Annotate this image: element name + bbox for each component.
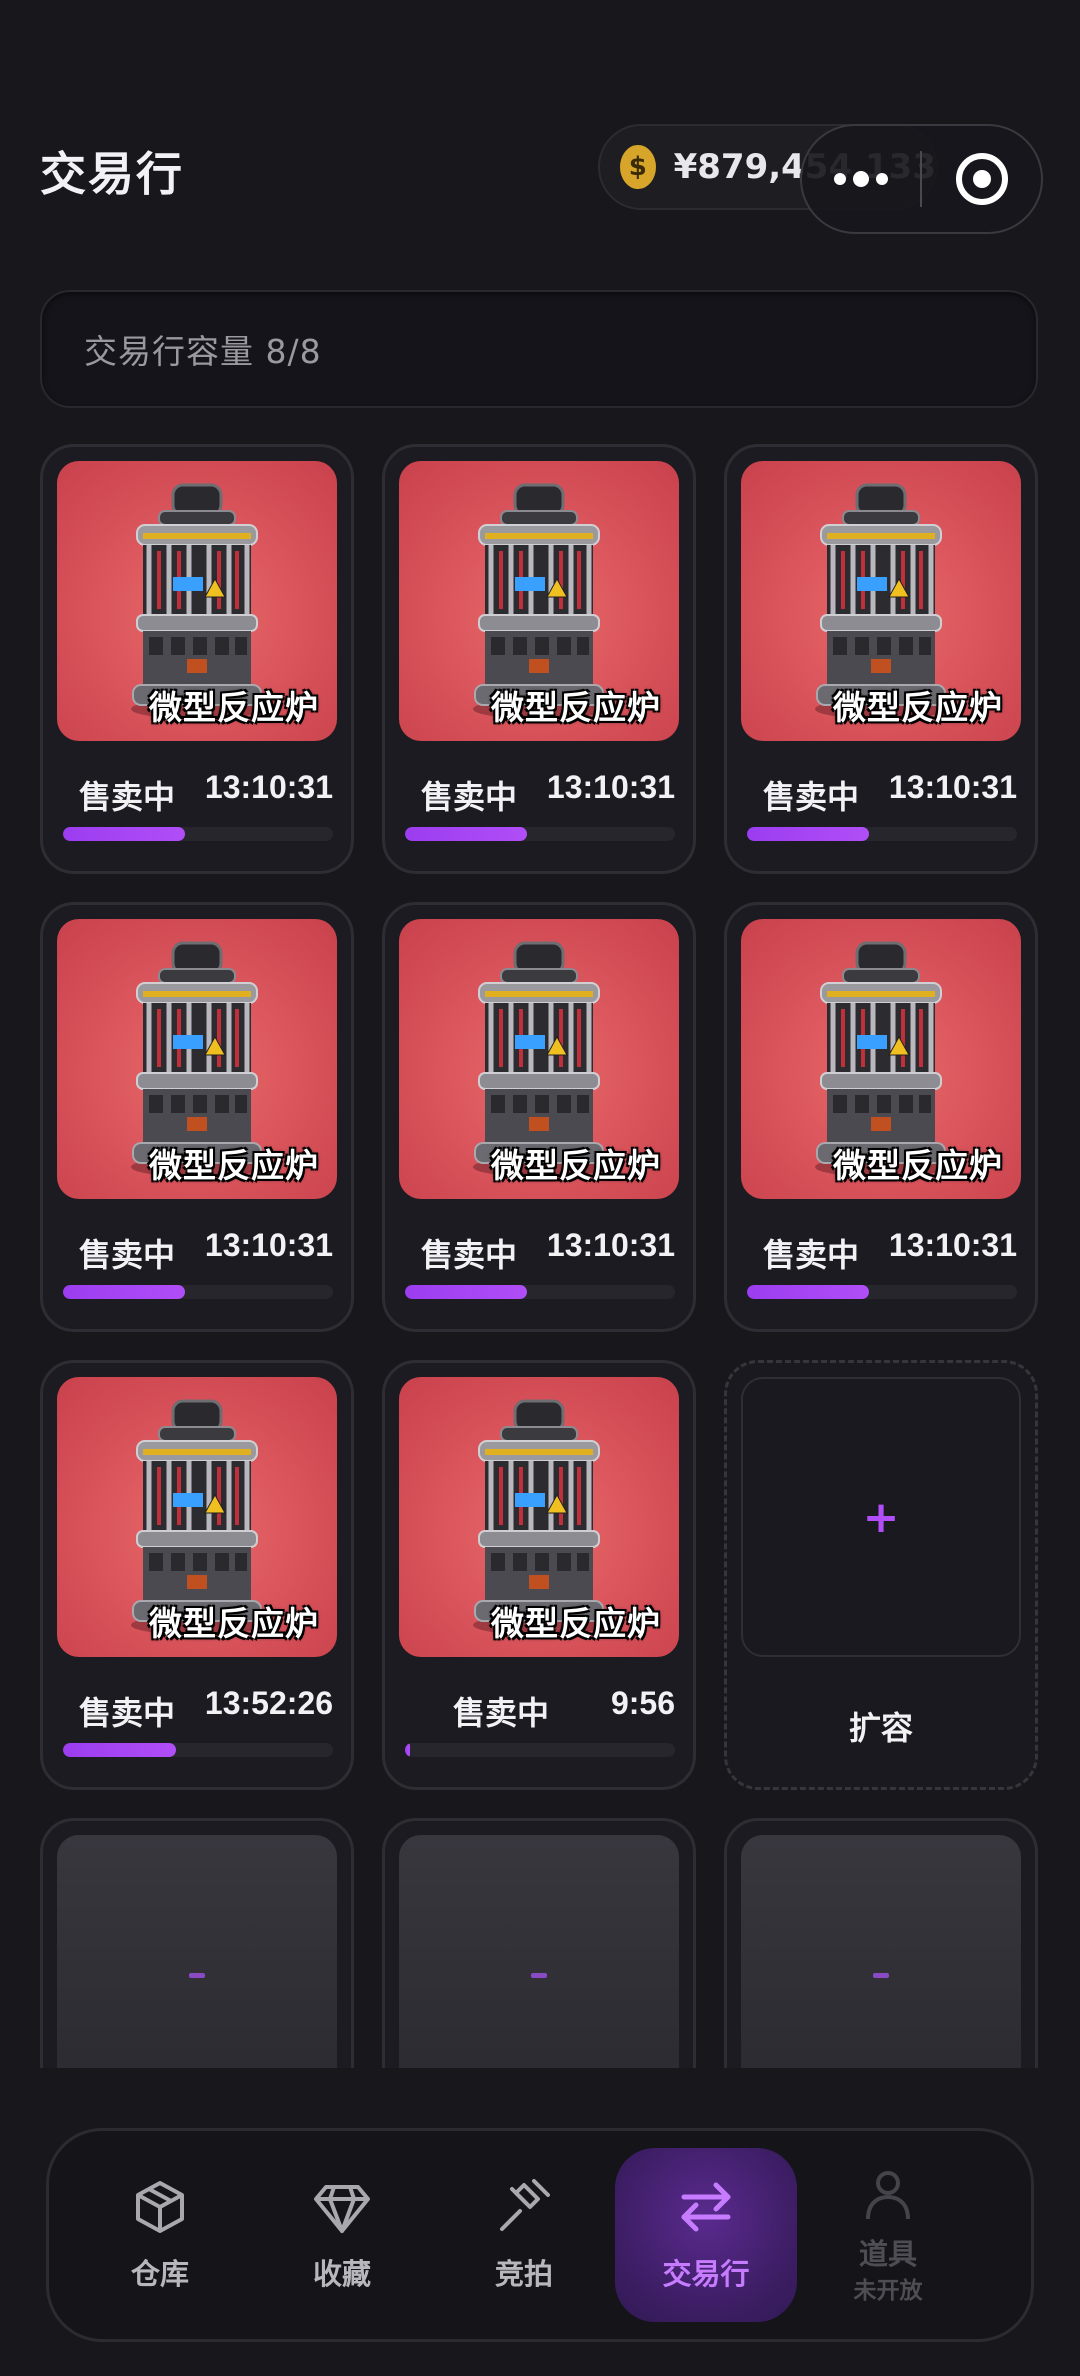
item-name: 微型反应炉 xyxy=(149,1604,319,1643)
page-title: 交易行 xyxy=(40,147,184,201)
nav-label: 收藏 xyxy=(312,2257,371,2291)
progress-fill xyxy=(405,1285,527,1299)
progress-bar xyxy=(747,827,1017,841)
nav-label: 交易行 xyxy=(662,2257,750,2291)
progress-bar xyxy=(405,1743,675,1757)
expand-label: 扩容 xyxy=(848,1709,913,1747)
item-image: 微型反应炉 xyxy=(399,1377,679,1657)
item-image: 微型反应炉 xyxy=(399,461,679,741)
nav-label: 竞拍 xyxy=(494,2257,553,2291)
item-name: 微型反应炉 xyxy=(149,688,319,727)
slot-time: 13:10:31 xyxy=(204,769,333,805)
progress-fill xyxy=(63,827,185,841)
expand-area[interactable]: + xyxy=(741,1377,1021,1657)
locked-area xyxy=(741,1835,1021,2068)
locked-area xyxy=(57,1835,337,2068)
slot-time: 13:10:31 xyxy=(204,1227,333,1263)
item-image: 微型反应炉 xyxy=(57,1377,337,1657)
item-image: 微型反应炉 xyxy=(741,919,1021,1199)
nav-item-warehouse[interactable]: 仓库 xyxy=(69,2148,251,2322)
slot-time: 13:52:26 xyxy=(204,1685,333,1721)
trade-slot[interactable]: 微型反应炉 售卖中 13:10:31 xyxy=(40,444,354,874)
trade-slot[interactable]: 微型反应炉 售卖中 13:10:31 xyxy=(382,902,696,1332)
dash-icon xyxy=(873,1972,889,1978)
item-name: 微型反应炉 xyxy=(491,688,661,727)
slot-time: 13:10:31 xyxy=(888,1227,1017,1263)
swap-icon xyxy=(681,2182,731,2232)
nav-item-props: 道具 未开放 xyxy=(797,2148,979,2322)
slot-status: 售卖中 xyxy=(79,1236,176,1274)
trade-slot[interactable]: 微型反应炉 售卖中 13:10:31 xyxy=(382,444,696,874)
progress-bar xyxy=(405,827,675,841)
slot-status: 售卖中 xyxy=(763,1236,860,1274)
slot-status: 售卖中 xyxy=(421,778,518,816)
item-name: 微型反应炉 xyxy=(833,1146,1003,1185)
slot-status: 售卖中 xyxy=(421,1236,518,1274)
nav-item-favorites[interactable]: 收藏 xyxy=(251,2148,433,2322)
trade-slot[interactable]: 微型反应炉 售卖中 13:52:26 xyxy=(40,1360,354,1790)
progress-bar xyxy=(63,1285,333,1299)
progress-fill xyxy=(747,827,869,841)
dash-icon xyxy=(189,1972,205,1978)
slot-time: 13:10:31 xyxy=(888,769,1017,805)
progress-bar xyxy=(63,1743,333,1757)
item-image: 微型反应炉 xyxy=(741,461,1021,741)
close-icon[interactable] xyxy=(922,126,1041,232)
locked-slot xyxy=(40,1818,354,2068)
progress-bar xyxy=(405,1285,675,1299)
trade-slot[interactable]: 微型反应炉 售卖中 13:10:31 xyxy=(40,902,354,1332)
user-icon xyxy=(866,2170,910,2219)
trade-slot[interactable]: 微型反应炉 售卖中 13:10:31 xyxy=(724,444,1038,874)
progress-bar xyxy=(63,827,333,841)
slot-time: 13:10:31 xyxy=(546,1227,675,1263)
progress-fill xyxy=(747,1285,869,1299)
slot-grid-viewport: 微型反应炉 售卖中 13:10:31 微型反应炉 售卖中 13:10:31 微型… xyxy=(0,440,1080,2068)
more-icon[interactable] xyxy=(802,126,920,232)
nav-item-trade[interactable]: 交易行 xyxy=(615,2148,797,2322)
slot-time: 13:10:31 xyxy=(546,769,675,805)
trade-slot[interactable]: 微型反应炉 售卖中 9:56 xyxy=(382,1360,696,1790)
nav-sublabel: 未开放 xyxy=(853,2278,923,2305)
progress-fill xyxy=(405,1743,411,1757)
slot-status: 售卖中 xyxy=(453,1694,550,1732)
item-name: 微型反应炉 xyxy=(149,1146,319,1185)
nav-label: 道具 xyxy=(858,2236,917,2271)
item-image: 微型反应炉 xyxy=(57,919,337,1199)
slot-status: 售卖中 xyxy=(763,778,860,816)
item-image: 微型反应炉 xyxy=(399,919,679,1199)
locked-slot xyxy=(724,1818,1038,2068)
nav-label: 仓库 xyxy=(130,2257,189,2291)
nav-item-auction[interactable]: 竞拍 xyxy=(433,2148,615,2322)
expand-slot[interactable]: + 扩容 xyxy=(724,1360,1038,1790)
progress-bar xyxy=(747,1285,1017,1299)
slot-status: 售卖中 xyxy=(79,778,176,816)
bottom-nav: 仓库 收藏 竞拍 交易行 道具 未开放 xyxy=(46,2128,1034,2342)
slot-time: 9:56 xyxy=(610,1685,675,1721)
locked-area xyxy=(399,1835,679,2068)
slot-grid: 微型反应炉 售卖中 13:10:31 微型反应炉 售卖中 13:10:31 微型… xyxy=(40,444,1038,2068)
diamond-icon xyxy=(314,2185,370,2233)
dash-icon xyxy=(531,1972,547,1978)
coin-icon: $ xyxy=(620,145,656,189)
item-name: 微型反应炉 xyxy=(491,1604,661,1643)
item-name: 微型反应炉 xyxy=(833,688,1003,727)
item-image: 微型反应炉 xyxy=(57,461,337,741)
locked-slot xyxy=(382,1818,696,2068)
plus-icon: + xyxy=(862,1491,900,1543)
capacity-bar: 交易行容量 8/8 xyxy=(40,290,1038,408)
progress-fill xyxy=(63,1285,185,1299)
box-icon xyxy=(136,2181,184,2233)
slot-status: 售卖中 xyxy=(79,1694,176,1732)
progress-fill xyxy=(405,827,527,841)
mini-program-capsule xyxy=(800,124,1043,234)
trade-slot[interactable]: 微型反应炉 售卖中 13:10:31 xyxy=(724,902,1038,1332)
item-name: 微型反应炉 xyxy=(491,1146,661,1185)
progress-fill xyxy=(63,1743,177,1757)
gavel-icon xyxy=(500,2179,550,2231)
